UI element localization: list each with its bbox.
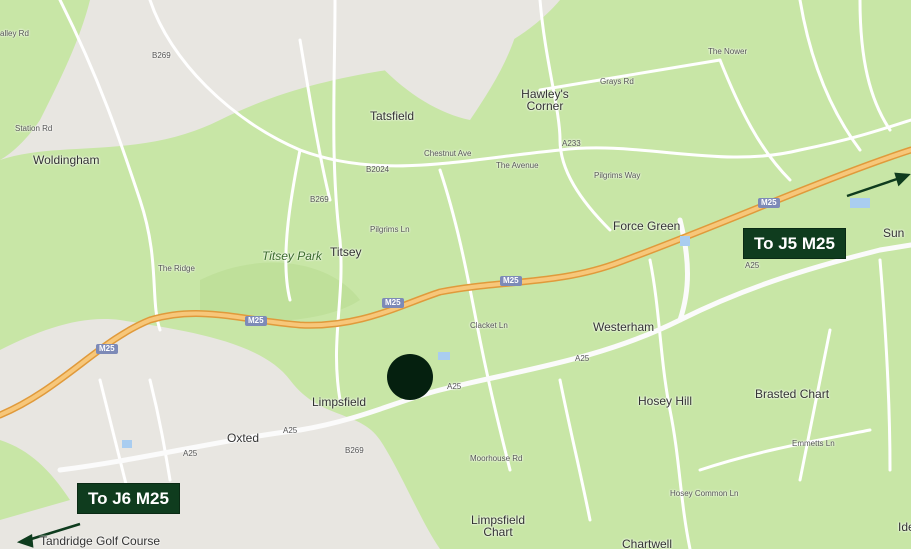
road-label-the-avenue: The Avenue — [496, 161, 539, 170]
road-label-a25-mid: A25 — [447, 382, 462, 391]
road-label-a25-far-west: A25 — [183, 449, 198, 458]
callout-to-j6[interactable]: To J6 M25 — [77, 483, 180, 514]
motorway-shield-m25-2: M25 — [245, 316, 267, 326]
road-label-b269-mid: B269 — [310, 195, 329, 204]
road-label-grays-rd: Grays Rd — [600, 77, 634, 86]
road-label-b269-oxted: B269 — [345, 446, 364, 455]
map-view[interactable]: Woldingham Tatsfield Hawley's Corner For… — [0, 0, 911, 549]
place-label-ide: Ide — [898, 520, 911, 534]
road-label-pilgrims-way: Pilgrims Way — [594, 171, 641, 180]
place-label-tandridge-golf: Tandridge Golf Course — [40, 534, 161, 548]
place-label-sun: Sun — [883, 226, 905, 240]
place-label-oxted: Oxted — [227, 431, 260, 445]
road-label-hosey-common-ln: Hosey Common Ln — [670, 489, 739, 498]
road-label-chestnut-ave: Chestnut Ave — [424, 149, 472, 158]
road-label-the-nower: The Nower — [708, 47, 748, 56]
place-label-westerham: Westerham — [593, 320, 655, 334]
place-label-woldingham: Woldingham — [33, 153, 100, 167]
place-label-titsey-park: Titsey Park — [262, 249, 322, 263]
road-label-b269-north: B269 — [152, 51, 171, 60]
road-label-b2024: B2024 — [366, 165, 390, 174]
callout-to-j5[interactable]: To J5 M25 — [743, 228, 846, 259]
map-base-layer — [0, 0, 911, 549]
road-label-clacket-ln: Clacket Ln — [470, 321, 508, 330]
motorway-shield-m25-5: M25 — [758, 198, 780, 208]
motorway-shield-m25-3: M25 — [382, 298, 404, 308]
road-label-a25-east: A25 — [745, 261, 760, 270]
motorway-shield-m25-4: M25 — [500, 276, 522, 286]
road-label-emmetts-ln: Emmetts Ln — [792, 439, 835, 448]
place-label-chartwell: Chartwell — [622, 537, 673, 549]
road-label-a25-west: A25 — [575, 354, 590, 363]
motorway-shield-m25-1: M25 — [96, 344, 118, 354]
place-label-tatsfield: Tatsfield — [370, 109, 415, 123]
location-marker[interactable] — [387, 354, 433, 400]
road-label-valley-rd: alley Rd — [0, 29, 29, 38]
place-label-force-green: Force Green — [613, 219, 681, 233]
road-label-pilgrims-ln: Pilgrims Ln — [370, 225, 410, 234]
road-label-the-ridge: The Ridge — [158, 264, 195, 273]
place-label-titsey: Titsey — [330, 245, 362, 259]
road-label-station-rd: Station Rd — [15, 124, 53, 133]
place-label-limpsfield-chart: Limpsfield Chart — [470, 513, 526, 539]
place-label-hosey-hill: Hosey Hill — [638, 394, 693, 408]
place-label-brasted-chart: Brasted Chart — [755, 387, 830, 401]
road-label-a25-oxted: A25 — [283, 426, 298, 435]
road-label-a233-north: A233 — [562, 139, 581, 148]
place-label-limpsfield: Limpsfield — [312, 395, 367, 409]
road-label-moorhouse-rd: Moorhouse Rd — [470, 454, 523, 463]
place-label-hawleys-corner: Hawley's Corner — [521, 87, 569, 113]
